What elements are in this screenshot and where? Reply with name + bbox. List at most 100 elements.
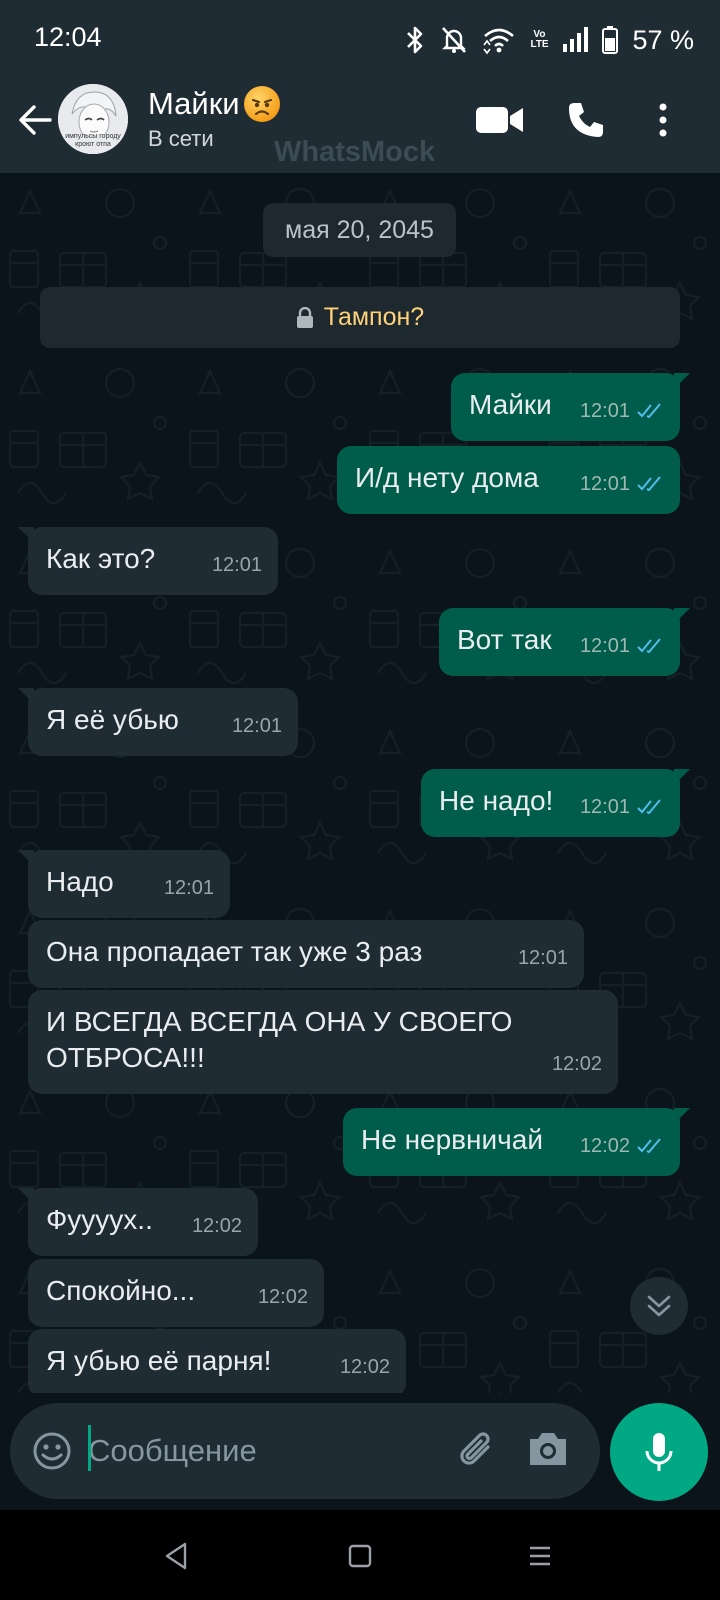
contact-name: Майки — [148, 86, 240, 121]
message-meta: 12:01 — [580, 628, 664, 664]
double-check-icon — [637, 799, 661, 815]
attach-button[interactable] — [454, 1427, 502, 1480]
status-icons: Vo LTE 57 % — [404, 22, 694, 58]
date-chip: мая 20, 2045 — [263, 203, 456, 257]
message-text: Я убью её парня! — [46, 1345, 272, 1376]
message-text: Не нервничай — [361, 1124, 543, 1155]
message-meta: 12:02 — [258, 1279, 308, 1315]
message-meta: 12:02 — [192, 1208, 242, 1244]
video-camera-icon — [476, 107, 523, 133]
message-meta: 12:01 — [580, 466, 664, 502]
contact-name-row[interactable]: Майки — [148, 86, 280, 122]
message-time: 12:02 — [579, 1135, 630, 1157]
message-time: 12:01 — [163, 877, 214, 899]
message-bubble-outgoing[interactable]: Майки 12:01 — [451, 373, 690, 441]
avatar-caption: импульсы городу кроют отпа — [65, 133, 121, 148]
message-meta: 12:01 — [164, 870, 214, 906]
voice-call-button[interactable] — [560, 98, 612, 142]
message-text: Вот так — [457, 624, 552, 655]
text-caret — [88, 1425, 91, 1471]
message-time: 12:01 — [517, 947, 568, 969]
message-time: 12:01 — [211, 554, 262, 576]
volte-label: Vo LTE — [530, 29, 549, 50]
message-bubble-incoming[interactable]: Я убью её парня! 12:02 — [28, 1329, 406, 1393]
mute-bell-icon — [440, 25, 468, 55]
back-button[interactable] — [14, 98, 58, 142]
camera-button[interactable] — [526, 1429, 570, 1474]
double-check-icon — [637, 476, 661, 492]
message-meta: 12:01 — [212, 547, 262, 583]
message-bubble-incoming[interactable]: Я её убью 12:01 — [18, 688, 298, 756]
lock-icon — [296, 306, 313, 328]
scroll-to-bottom-button[interactable] — [630, 1277, 688, 1335]
battery-percent: 57 % — [632, 24, 694, 55]
voice-message-button[interactable] — [610, 1403, 708, 1501]
message-bubble-incoming[interactable]: Как это? 12:01 — [18, 527, 278, 595]
message-meta: 12:01 — [232, 708, 282, 744]
chat-header: импульсы городу кроют отпа Майки В сети … — [0, 80, 720, 173]
message-bubble-outgoing[interactable]: И/д нету дома 12:01 — [337, 446, 680, 514]
bluetooth-icon — [404, 25, 426, 55]
more-vertical-icon — [659, 103, 667, 137]
message-bubble-incoming[interactable]: Надо 12:01 — [18, 850, 230, 918]
message-meta: 12:01 — [580, 789, 664, 825]
message-time: 12:01 — [579, 473, 630, 495]
wifi-icon — [482, 25, 516, 55]
encryption-notice-text: Тампон? — [323, 303, 425, 331]
message-time: 12:02 — [551, 1053, 602, 1075]
nav-back-button[interactable] — [154, 1534, 198, 1578]
phone-icon — [569, 103, 603, 137]
message-bubble-outgoing[interactable]: Вот так 12:01 — [439, 608, 690, 676]
emoji-button[interactable] — [32, 1431, 72, 1476]
double-check-icon — [637, 403, 661, 419]
message-bubble-outgoing[interactable]: Не надо! 12:01 — [421, 769, 690, 837]
encryption-notice[interactable]: Тампон? — [40, 287, 680, 348]
message-meta: 12:01 — [580, 393, 664, 429]
nav-home-button[interactable] — [338, 1534, 382, 1578]
status-bar: 12:04 Vo LTE 57 % — [0, 0, 720, 80]
bubble-tail — [674, 769, 690, 785]
more-options-button[interactable] — [648, 98, 678, 142]
camera-icon — [530, 1433, 566, 1465]
bubble-tail — [18, 1188, 34, 1204]
message-text: Надо — [46, 866, 114, 897]
triangle-back-icon — [165, 1542, 187, 1570]
battery-icon — [602, 26, 619, 54]
nav-recents-button[interactable] — [518, 1534, 562, 1578]
message-bubble-incoming[interactable]: Фуууух.. 12:02 — [18, 1188, 258, 1256]
message-bubble-incoming[interactable]: И ВСЕГДА ВСЕГДА ОНА У СВОЕГО ОТБРОСА!!! … — [28, 990, 618, 1094]
message-time: 12:01 — [579, 796, 630, 818]
message-text: Я её убью — [46, 704, 179, 735]
message-time: 12:01 — [579, 400, 630, 422]
message-time: 12:02 — [339, 1356, 390, 1378]
status-time: 12:04 — [34, 22, 102, 52]
watermark: WhatsMock — [274, 136, 436, 168]
bubble-tail — [18, 688, 34, 704]
message-meta: 12:02 — [580, 1128, 664, 1164]
message-time: 12:02 — [257, 1286, 308, 1308]
message-text: Она пропадает так уже 3 раз — [46, 936, 423, 967]
message-bubble-incoming[interactable]: Спокойно... 12:02 — [28, 1259, 324, 1327]
message-bubble-incoming[interactable]: Она пропадает так уже 3 раз 12:01 — [28, 920, 584, 988]
message-input[interactable] — [88, 1423, 408, 1479]
composer-bar — [0, 1393, 720, 1510]
menu-lines-icon — [530, 1546, 550, 1566]
double-check-icon — [637, 638, 661, 654]
system-nav-bar — [0, 1510, 720, 1600]
contact-status: В сети — [148, 126, 214, 151]
angry-face-emoji-icon — [243, 86, 280, 122]
message-text: Не надо! — [439, 785, 554, 816]
microphone-icon — [645, 1433, 673, 1471]
square-home-icon — [348, 1544, 372, 1568]
double-check-icon — [637, 1138, 661, 1154]
message-time: 12:02 — [191, 1215, 242, 1237]
message-text: И ВСЕГДА ВСЕГДА ОНА У СВОЕГО — [46, 1006, 513, 1037]
message-bubble-outgoing[interactable]: Не нервничай 12:02 — [343, 1108, 690, 1176]
message-meta: 12:01 — [518, 940, 568, 976]
paperclip-icon — [460, 1432, 490, 1465]
video-call-button[interactable] — [474, 98, 526, 142]
smiley-icon — [33, 1432, 71, 1470]
chat-area[interactable]: мая 20, 2045 Тампон? Майки 12:01 И/д нет… — [0, 173, 720, 1393]
avatar[interactable]: импульсы городу кроют отпа — [58, 84, 128, 154]
bubble-tail — [18, 850, 34, 866]
